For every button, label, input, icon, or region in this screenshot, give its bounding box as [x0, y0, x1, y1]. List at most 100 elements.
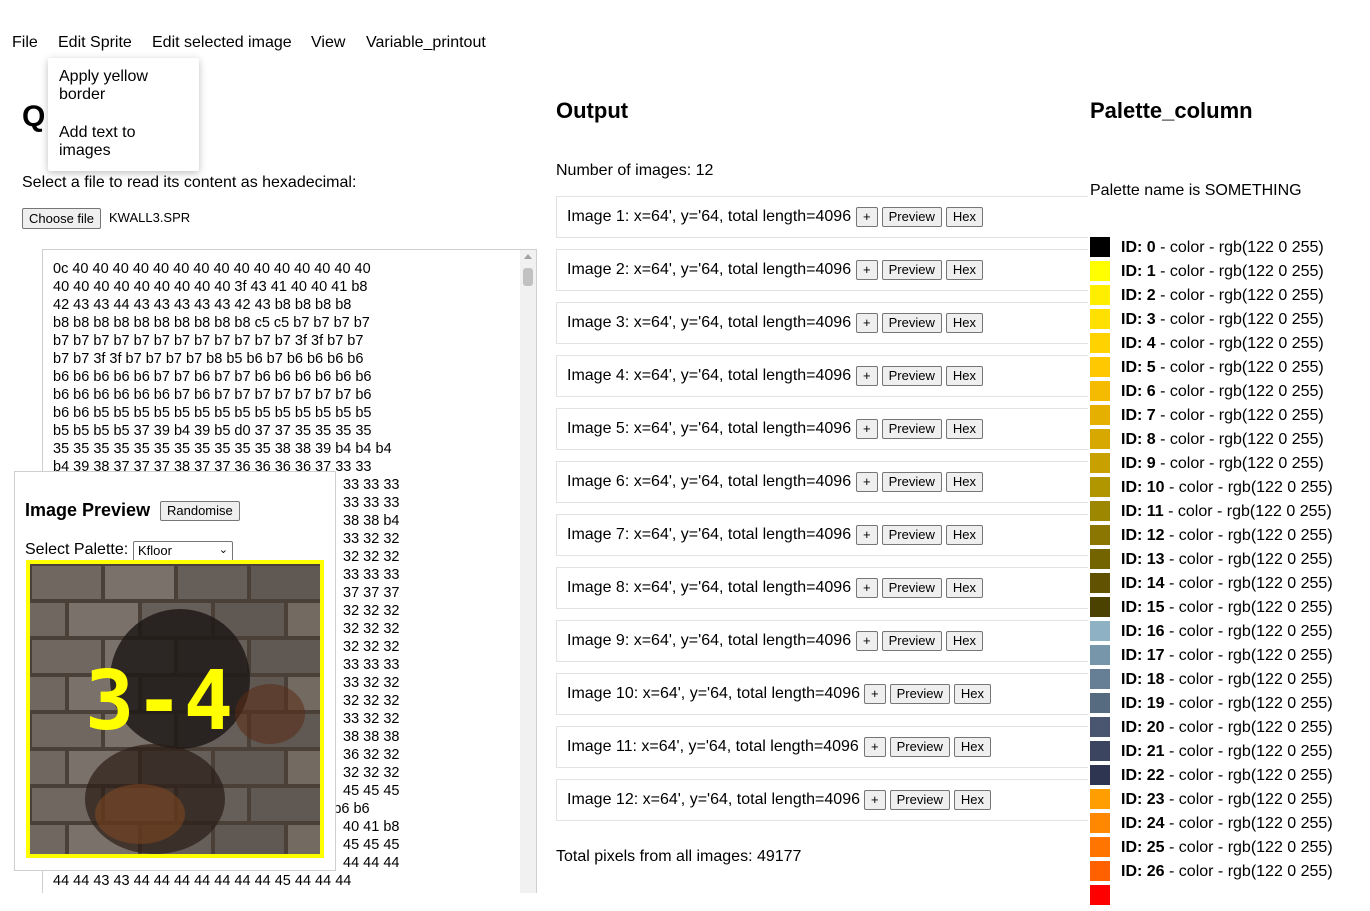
palette-entry-id: ID: 14 — [1121, 575, 1165, 592]
palette-entry-text: ID: 26 - color - rgb(122 0 255) — [1121, 863, 1333, 881]
image-row: Image 2: x=64', y='64, total length=4096… — [556, 249, 1088, 291]
palette-entry-text: ID: 15 - color - rgb(122 0 255) — [1121, 599, 1333, 617]
image-row-label: Image 5: x=64', y='64, total length=4096 — [567, 420, 852, 437]
preview-button[interactable]: Preview — [881, 525, 942, 545]
menu-edit-selected-image[interactable]: Edit selected image — [152, 34, 292, 52]
menu-variable-printout[interactable]: Variable_printout — [366, 34, 486, 52]
preview-button[interactable]: Preview — [889, 737, 950, 757]
palette-entry-color: - color - rgb(122 0 255) — [1164, 839, 1333, 856]
preview-button[interactable]: Preview — [881, 472, 942, 492]
preview-button[interactable]: Preview — [881, 366, 942, 386]
palette-entry-color: - color - rgb(122 0 255) — [1155, 335, 1324, 352]
hex-button[interactable]: Hex — [953, 684, 991, 704]
scroll-up-arrow-icon[interactable] — [524, 254, 532, 259]
menu-edit-sprite[interactable]: Edit Sprite — [58, 34, 132, 52]
brick — [215, 751, 284, 784]
image-row: Image 11: x=64', y='64, total length=409… — [556, 726, 1088, 768]
brick — [30, 603, 65, 636]
preview-button[interactable]: Preview — [889, 790, 950, 810]
expand-button[interactable]: + — [856, 313, 878, 333]
palette-select[interactable]: Kfloor ⌄ — [133, 541, 233, 562]
sprite-overlay-text: 3-4 — [85, 654, 233, 749]
expand-button[interactable]: + — [864, 684, 886, 704]
edit-sprite-dropdown: Apply yellow border Add text to images — [48, 58, 199, 171]
expand-button[interactable]: + — [856, 207, 878, 227]
palette-entry-text: ID: 8 - color - rgb(122 0 255) — [1121, 431, 1324, 449]
color-swatch — [1090, 525, 1110, 545]
expand-button[interactable]: + — [856, 472, 878, 492]
palette-entry-id: ID: 13 — [1121, 551, 1165, 568]
menu-view[interactable]: View — [311, 34, 345, 52]
expand-button[interactable]: + — [856, 631, 878, 651]
brick — [32, 566, 101, 599]
preview-button[interactable]: Preview — [881, 207, 942, 227]
palette-entry-id: ID: 20 — [1121, 719, 1165, 736]
color-swatch — [1090, 477, 1110, 497]
expand-button[interactable]: + — [856, 419, 878, 439]
hex-button[interactable]: Hex — [945, 313, 983, 333]
image-row: Image 10: x=64', y='64, total length=409… — [556, 673, 1088, 715]
choose-file-button[interactable]: Choose file — [22, 208, 102, 229]
image-row-label: Image 12: x=64', y='64, total length=409… — [567, 791, 860, 808]
expand-button[interactable]: + — [856, 366, 878, 386]
color-swatch — [1090, 549, 1110, 569]
palette-entry-color: - color - rgb(122 0 255) — [1155, 407, 1324, 424]
color-swatch — [1090, 573, 1110, 593]
color-swatch — [1090, 789, 1110, 809]
brick — [30, 677, 65, 710]
hex-button[interactable]: Hex — [945, 578, 983, 598]
palette-entry-text: ID: 10 - color - rgb(122 0 255) — [1121, 479, 1333, 497]
file-prompt: Select a file to read its content as hex… — [22, 174, 357, 191]
palette-entry-text: ID: 20 - color - rgb(122 0 255) — [1121, 719, 1333, 737]
hex-button[interactable]: Hex — [953, 737, 991, 757]
hex-button[interactable]: Hex — [945, 366, 983, 386]
palette-entry-color: - color - rgb(122 0 255) — [1155, 455, 1324, 472]
selected-file-name: KWALL3.SPR — [109, 210, 191, 225]
add-text-to-images-item[interactable]: Add text to images — [59, 124, 189, 160]
hex-line: b6 b6 b6 b6 b6 b6 b7 b6 b7 b7 b7 b7 b7 b… — [53, 387, 372, 403]
palette-entry-id: ID: 12 — [1121, 527, 1165, 544]
palette-entry-color: - color - rgb(122 0 255) — [1164, 815, 1333, 832]
image-row: Image 12: x=64', y='64, total length=409… — [556, 779, 1088, 821]
palette-entry-id: ID: 10 — [1121, 479, 1165, 496]
total-pixels: Total pixels from all images: 49177 — [556, 848, 802, 865]
expand-button[interactable]: + — [856, 525, 878, 545]
expand-button[interactable]: + — [864, 790, 886, 810]
apply-yellow-border-item[interactable]: Apply yellow border — [59, 68, 189, 104]
menu-file[interactable]: File — [12, 34, 38, 52]
color-swatch — [1090, 837, 1110, 857]
preview-button[interactable]: Preview — [881, 313, 942, 333]
hex-button[interactable]: Hex — [953, 790, 991, 810]
hex-button[interactable]: Hex — [945, 472, 983, 492]
randomise-button[interactable]: Randomise — [160, 501, 240, 521]
palette-entry-id: ID: 19 — [1121, 695, 1165, 712]
hex-button[interactable]: Hex — [945, 260, 983, 280]
expand-button[interactable]: + — [864, 737, 886, 757]
output-title: Output — [556, 98, 629, 123]
brick — [215, 825, 284, 854]
hex-button[interactable]: Hex — [945, 207, 983, 227]
preview-button[interactable]: Preview — [881, 631, 942, 651]
brick — [288, 751, 320, 784]
palette-select-value: Kfloor — [138, 543, 172, 558]
preview-button[interactable]: Preview — [889, 684, 950, 704]
palette-entry-color: - color - rgb(122 0 255) — [1164, 863, 1333, 880]
hex-scrollbar-thumb[interactable] — [523, 268, 533, 286]
image-row-label: Image 8: x=64', y='64, total length=4096 — [567, 579, 852, 596]
chevron-down-icon: ⌄ — [218, 544, 228, 556]
palette-entry-text: ID: 22 - color - rgb(122 0 255) — [1121, 767, 1333, 785]
hex-scrollbar[interactable] — [520, 250, 536, 893]
palette-entry-id: ID: 4 — [1121, 335, 1156, 352]
palette-entry-color: - color - rgb(122 0 255) — [1164, 479, 1333, 496]
hex-button[interactable]: Hex — [945, 631, 983, 651]
preview-button[interactable]: Preview — [881, 260, 942, 280]
palette-entry-text: ID: 3 - color - rgb(122 0 255) — [1121, 311, 1324, 329]
palette-entry-id: ID: 5 — [1121, 359, 1156, 376]
image-row: Image 3: x=64', y='64, total length=4096… — [556, 302, 1088, 344]
preview-button[interactable]: Preview — [881, 578, 942, 598]
hex-button[interactable]: Hex — [945, 419, 983, 439]
preview-button[interactable]: Preview — [881, 419, 942, 439]
expand-button[interactable]: + — [856, 260, 878, 280]
expand-button[interactable]: + — [856, 578, 878, 598]
hex-button[interactable]: Hex — [945, 525, 983, 545]
